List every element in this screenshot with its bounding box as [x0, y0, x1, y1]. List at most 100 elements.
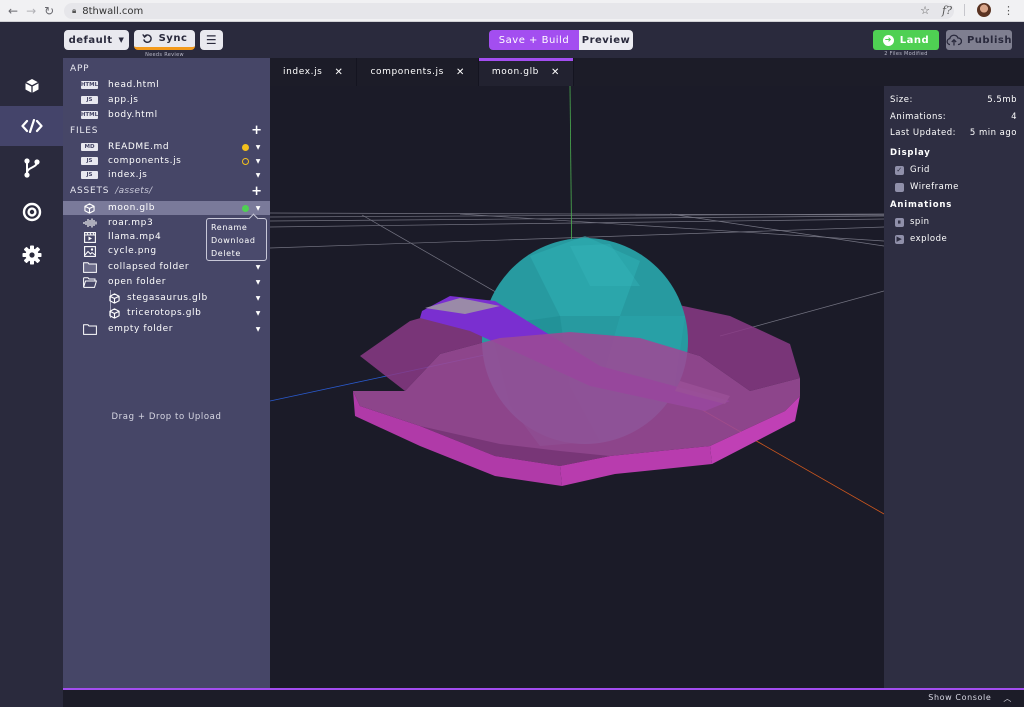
checkbox-unchecked-icon[interactable] [895, 182, 904, 192]
save-build-button[interactable]: Save + Build [489, 30, 579, 50]
animation-spin[interactable]: ⏸︎ spin [895, 217, 930, 227]
section-app-header: APP [70, 64, 90, 74]
play-icon[interactable]: ▶ [895, 234, 904, 244]
rail-item-settings[interactable] [0, 235, 63, 275]
close-icon[interactable]: ✕ [456, 67, 465, 78]
land-button[interactable]: ➜ Land [873, 30, 939, 50]
caret-down-icon[interactable]: ▼ [256, 158, 261, 165]
caret-down-icon[interactable]: ▼ [256, 144, 261, 151]
profile-avatar[interactable] [977, 3, 991, 17]
caret-down-icon[interactable]: ▼ [256, 264, 261, 271]
folder-name: collapsed folder [108, 262, 190, 272]
folder-open-icon [81, 276, 98, 288]
animation-explode[interactable]: ▶ explode [895, 234, 947, 244]
tab-components-js[interactable]: components.js ✕ [357, 58, 479, 86]
tab-moon-glb[interactable]: moon.glb ✕ [478, 58, 574, 86]
prop-label: Last Updated: [890, 128, 956, 138]
cube-icon [24, 79, 39, 93]
tab-index-js[interactable]: index.js ✕ [270, 58, 358, 86]
grid-checkbox[interactable]: ✓ Grid [895, 165, 930, 175]
file-row[interactable]: MD README.md ▼ [63, 140, 270, 154]
js-file-icon: JS [81, 157, 98, 165]
caret-down-icon[interactable]: ▼ [256, 295, 261, 302]
drag-drop-hint: Drag + Drop to Upload [111, 412, 222, 422]
file-name: components.js [108, 156, 182, 166]
address-bar[interactable]: 🔒︎ 8thwall.com [64, 3, 954, 19]
forward-icon[interactable]: → [26, 5, 36, 17]
kebab-menu-icon[interactable]: ⋮ [1003, 4, 1014, 17]
html-file-icon: HTML [80, 81, 99, 89]
reload-icon[interactable]: ↻ [44, 5, 54, 17]
caret-down-icon[interactable]: ▼ [256, 279, 261, 286]
model-viewport[interactable] [270, 86, 884, 688]
rail-item-targets[interactable] [0, 192, 63, 232]
rail-item-version-control[interactable] [0, 148, 63, 188]
option-label: Grid [910, 165, 930, 175]
folder-row[interactable]: collapsed folder ▼ [63, 260, 270, 274]
file-name: stegasaurus.glb [127, 293, 208, 303]
caret-down-icon[interactable]: ▼ [256, 310, 261, 317]
modified-status-dot [242, 143, 249, 151]
file-name: moon.glb [108, 203, 156, 213]
3d-scene[interactable] [270, 86, 884, 688]
file-row[interactable]: HTML head.html [63, 78, 270, 92]
file-row[interactable]: JS index.js ▼ [63, 168, 270, 182]
extension-icon[interactable]: f? [942, 4, 952, 17]
close-icon[interactable]: ✕ [551, 67, 560, 78]
preview-button[interactable]: Preview [579, 30, 633, 50]
close-icon[interactable]: ✕ [334, 67, 343, 78]
browser-chrome: ← → ↻ 🔒︎ 8thwall.com ☆ f? ⋮ [0, 0, 1024, 22]
prop-label: Size: [890, 95, 913, 105]
tab-label: moon.glb [491, 67, 539, 77]
file-name: README.md [108, 142, 170, 152]
file-row[interactable]: HTML body.html [63, 108, 270, 122]
publish-button[interactable]: Publish [946, 30, 1012, 50]
add-asset-button[interactable]: + [251, 185, 262, 198]
file-name: body.html [108, 110, 158, 120]
checkbox-checked-icon[interactable]: ✓ [895, 165, 904, 175]
assets-path: /assets/ [115, 186, 153, 196]
land-label: Land [899, 34, 930, 46]
file-name: index.js [108, 170, 148, 180]
chevron-up-icon: ︿ [1003, 694, 1012, 703]
file-row[interactable]: JS components.js ▼ [63, 154, 270, 168]
section-files-header: FILES [70, 126, 99, 136]
section-assets-header: ASSETS/assets/ [70, 186, 152, 196]
menu-button[interactable]: ☰ [200, 30, 223, 50]
caret-down-icon: ▼ [118, 36, 125, 44]
file-row[interactable]: JS app.js [63, 93, 270, 107]
branch-dropdown[interactable]: default ▼ [64, 30, 129, 50]
file-name: cycle.png [108, 246, 157, 256]
md-file-icon: MD [81, 143, 98, 151]
asset-row-selected[interactable]: moon.glb ▼ [63, 201, 270, 215]
pause-icon[interactable]: ⏸︎ [895, 217, 904, 227]
rail-item-code[interactable] [0, 106, 63, 146]
outer-ring [353, 236, 800, 486]
folder-row[interactable]: open folder ▼ [63, 275, 270, 289]
back-icon[interactable]: ← [8, 5, 18, 17]
js-file-icon: JS [81, 171, 98, 179]
cloud-upload-icon [946, 34, 962, 46]
menu-item-download[interactable]: Download [211, 234, 262, 247]
bookmark-star-icon[interactable]: ☆ [920, 4, 930, 17]
folder-row[interactable]: empty folder ▼ [63, 322, 270, 336]
add-file-button[interactable]: + [251, 124, 262, 137]
menu-item-rename[interactable]: Rename [211, 221, 262, 234]
prop-value: 5.5mb [987, 95, 1017, 105]
browser-actions: ☆ f? ⋮ [920, 3, 1014, 17]
rail-item-3d-assets[interactable] [0, 66, 63, 106]
menu-item-delete[interactable]: Delete [211, 247, 262, 260]
asset-row-nested[interactable]: tricerotops.glb ▼ [63, 306, 270, 320]
caret-down-icon[interactable]: ▼ [256, 326, 261, 333]
arrow-right-circle-icon: ➜ [882, 34, 894, 46]
prop-size: Size: 5.5mb [890, 95, 1017, 105]
sync-button[interactable]: Sync [134, 30, 195, 50]
prop-value: 4 [1011, 112, 1017, 122]
asset-row-nested[interactable]: stegasaurus.glb ▼ [63, 291, 270, 305]
display-header: Display [890, 148, 931, 158]
video-icon [81, 231, 98, 243]
caret-down-icon[interactable]: ▼ [256, 205, 261, 212]
wireframe-checkbox[interactable]: Wireframe [895, 182, 959, 192]
caret-down-icon[interactable]: ▼ [256, 172, 261, 179]
show-console-button[interactable]: Show Console ︿ [928, 693, 1012, 704]
